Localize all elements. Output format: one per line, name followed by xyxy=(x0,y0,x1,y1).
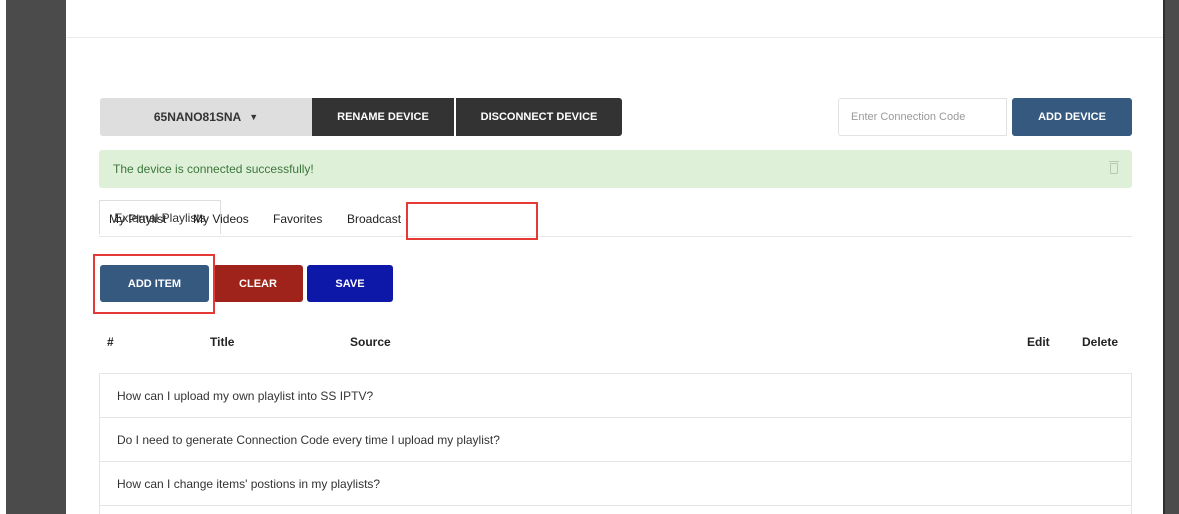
clear-button[interactable]: CLEAR xyxy=(213,265,303,302)
caret-down-icon: ▼ xyxy=(249,112,259,122)
right-dark-border xyxy=(1165,0,1179,514)
rename-device-button[interactable]: RENAME DEVICE xyxy=(312,98,454,136)
column-header-delete: Delete xyxy=(1082,335,1119,349)
save-button[interactable]: SAVE xyxy=(307,265,393,302)
faq-item[interactable]: Do I need to generate Connection Code ev… xyxy=(100,418,1131,462)
trash-icon[interactable] xyxy=(1109,161,1119,174)
device-selector-label: 65NANO81SNA xyxy=(153,110,242,124)
playlist-tabs: My Playlist My Videos Favorites Broadcas… xyxy=(99,200,1132,237)
highlight-box-add-item xyxy=(93,254,215,314)
left-dark-border xyxy=(6,0,66,514)
connection-code-input[interactable] xyxy=(838,98,1007,136)
tab-broadcast[interactable]: Broadcast xyxy=(347,212,401,226)
alert-message: The device is connected successfully! xyxy=(113,162,314,176)
tab-favorites[interactable]: Favorites xyxy=(273,212,322,226)
faq-list: How can I upload my own playlist into SS… xyxy=(99,373,1132,514)
column-header-source: Source xyxy=(350,335,391,349)
add-device-button[interactable]: ADD DEVICE xyxy=(1012,98,1132,136)
disconnect-device-button[interactable]: DISCONNECT DEVICE xyxy=(456,98,622,136)
column-header-edit: Edit xyxy=(1027,335,1050,349)
device-selector[interactable]: 65NANO81SNA ▼ xyxy=(100,98,312,136)
success-alert: The device is connected successfully! xyxy=(99,150,1132,188)
faq-item[interactable]: How can I upload my own playlist into SS… xyxy=(100,374,1131,418)
tab-my-videos[interactable]: My Videos xyxy=(193,212,249,226)
column-header-number: # xyxy=(107,335,114,349)
header-divider xyxy=(67,37,1163,38)
faq-item[interactable]: How can I change items' postions in my p… xyxy=(100,462,1131,506)
column-header-title: Title xyxy=(210,335,235,349)
tab-my-playlist[interactable]: My Playlist xyxy=(109,212,166,226)
highlight-box-external-playlists xyxy=(406,202,538,240)
